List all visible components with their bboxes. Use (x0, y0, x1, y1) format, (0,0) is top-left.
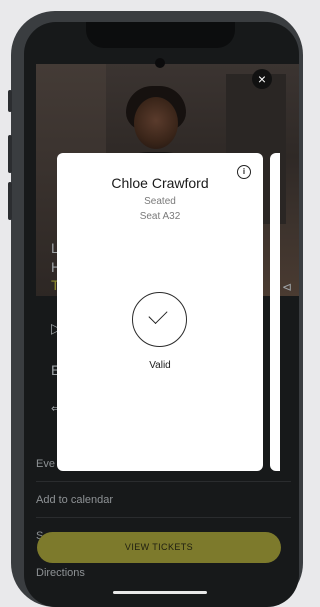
add-to-calendar-item[interactable]: Add to calendar (36, 483, 291, 518)
home-indicator (113, 591, 207, 594)
side-button (8, 182, 12, 220)
view-tickets-button[interactable]: VIEW TICKETS (37, 532, 281, 563)
ticket-status: Seated (144, 196, 176, 207)
camera (155, 58, 165, 68)
validity-label: Valid (149, 360, 171, 371)
check-icon (132, 292, 187, 347)
side-button (8, 135, 12, 173)
ticket-card[interactable]: i Chloe Crawford Seated Seat A32 Valid (57, 153, 263, 471)
next-ticket-card[interactable] (270, 153, 280, 471)
close-button[interactable]: × (252, 69, 272, 89)
notch (86, 22, 235, 48)
side-button (8, 90, 12, 112)
ticket-seat: Seat A32 (139, 211, 181, 222)
ticket-holder-name: Chloe Crawford (111, 175, 209, 191)
